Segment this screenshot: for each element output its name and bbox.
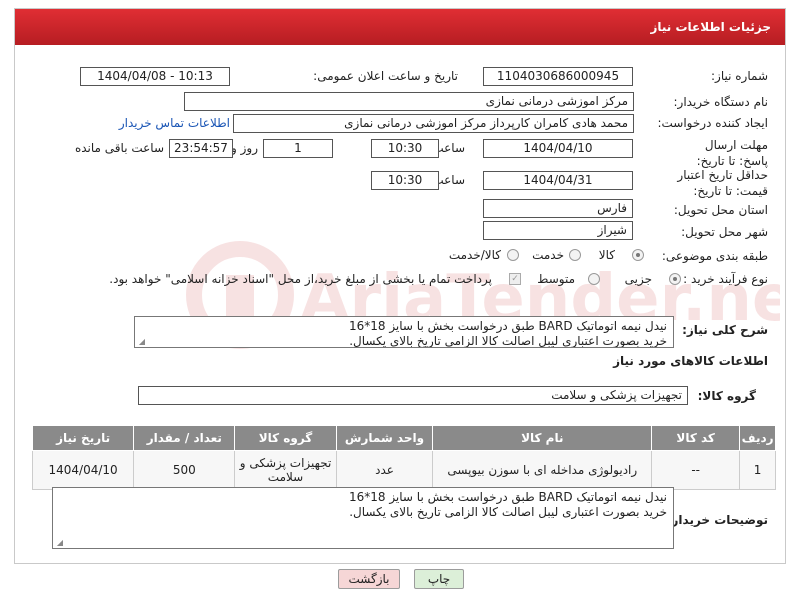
buyer-notes-label: توضیحات خریدار: <box>666 513 768 527</box>
cell-unit: عدد <box>335 450 434 490</box>
cell-qty: 500 <box>133 450 236 490</box>
process-option-minor: جزیی <box>624 272 652 286</box>
buyer-notes-line-1: نیدل نیمه اتوماتیک BARD طبق درخواست بخش … <box>348 490 667 504</box>
items-table: ردیف کد کالا نام کالا واحد شمارش گروه کا… <box>31 425 776 490</box>
resize-grip-icon[interactable]: ◢ <box>55 539 63 547</box>
category-option-service: خدمت <box>532 248 564 262</box>
col-row-header: ردیف <box>739 425 776 451</box>
category-option-goods: کالا <box>598 248 615 262</box>
col-name-header: نام کالا <box>432 425 653 451</box>
col-date-header: تاریخ نیاز <box>31 425 135 451</box>
col-code-header: کد کالا <box>651 425 741 451</box>
category-radio-service[interactable] <box>569 249 581 261</box>
deadline-date-field: 1404/04/10 <box>483 139 633 158</box>
goods-group-field: تجهیزات پزشکی و سلامت <box>138 386 688 405</box>
description-line-2: خرید بصورت اعتباری لیبل اصالت کالا الزام… <box>349 334 667 348</box>
treasury-payment-checkbox[interactable]: ✓ <box>509 273 521 285</box>
cell-code: -- <box>651 450 741 490</box>
buyer-contact-link[interactable]: اطلاعات تماس خریدار <box>119 116 230 130</box>
cell-name: رادیولوژی مداخله ای با سوزن بیوپسی <box>432 450 653 490</box>
deadline-label: مهلت ارسال پاسخ: تا تاریخ: <box>696 138 768 168</box>
description-label: شرح کلی نیاز: <box>682 323 768 337</box>
city-field: شیراز <box>483 221 633 240</box>
description-textarea[interactable]: نیدل نیمه اتوماتیک BARD طبق درخواست بخش … <box>134 316 674 348</box>
goods-group-label: گروه کالا: <box>697 389 756 403</box>
cell-row: 1 <box>739 450 776 490</box>
process-radio-minor[interactable] <box>669 273 681 285</box>
category-radio-goods-service[interactable] <box>507 249 519 261</box>
table-row[interactable]: 1 -- رادیولوژی مداخله ای با سوزن بیوپسی … <box>31 450 776 490</box>
category-label: طبقه بندی موضوعی: <box>661 249 768 263</box>
back-button[interactable]: بازگشت <box>338 569 400 589</box>
announce-date-label: تاریخ و ساعت اعلان عمومی: <box>313 69 458 83</box>
table-header-row: ردیف کد کالا نام کالا واحد شمارش گروه کا… <box>31 425 776 451</box>
need-number-label: شماره نیاز: <box>711 69 768 83</box>
process-type-label: نوع فرآیند خرید : <box>683 272 768 286</box>
price-validity-time-field: 10:30 <box>371 171 439 190</box>
panel-header: جزئیات اطلاعات نیاز <box>15 9 785 45</box>
buyer-notes-line-2: خرید بصورت اعتباری لیبل اصالت کالا الزام… <box>349 505 667 519</box>
cell-date: 1404/04/10 <box>31 450 135 490</box>
price-validity-date-field: 1404/04/31 <box>483 171 633 190</box>
province-label: استان محل تحویل: <box>673 203 768 217</box>
buyer-org-label: نام دستگاه خریدار: <box>673 95 769 109</box>
days-field: 1 <box>263 139 333 158</box>
process-option-medium: متوسط <box>537 272 575 286</box>
goods-section-title: اطلاعات کالاهای مورد نیاز <box>613 354 768 368</box>
city-label: شهر محل تحویل: <box>681 225 768 239</box>
remaining-time-field: 23:54:57 <box>169 139 233 158</box>
category-option-goods-service: کالا/خدمت <box>448 248 501 262</box>
price-validity-label: حداقل تاریخ اعتبار قیمت: تا تاریخ: <box>677 168 768 198</box>
creator-field: محمد هادی کامران کارپرداز مرکز اموزشی در… <box>233 114 634 133</box>
announce-date-field: 1404/04/08 - 10:13 <box>80 67 230 86</box>
process-radio-medium[interactable] <box>588 273 600 285</box>
print-button[interactable]: چاپ <box>414 569 464 589</box>
creator-label: ایجاد کننده درخواست: <box>657 116 768 130</box>
col-qty-header: تعداد / مقدار <box>133 425 236 451</box>
description-line-1: نیدل نیمه اتوماتیک BARD طبق درخواست بخش … <box>348 319 667 333</box>
days-label: روز و <box>231 141 258 155</box>
buyer-notes-textarea[interactable]: نیدل نیمه اتوماتیک BARD طبق درخواست بخش … <box>52 487 674 549</box>
treasury-payment-note: پرداخت تمام یا بخشی از مبلغ خرید،از محل … <box>109 272 492 286</box>
province-field: فارس <box>483 199 633 218</box>
category-radio-goods[interactable] <box>632 249 644 261</box>
resize-grip-icon[interactable]: ◢ <box>137 338 145 346</box>
panel-title: جزئیات اطلاعات نیاز <box>650 20 771 34</box>
deadline-time-field: 10:30 <box>371 139 439 158</box>
need-number-field: 1104030686000945 <box>483 67 633 86</box>
buyer-org-field: مرکز اموزشی درمانی نمازی <box>184 92 634 111</box>
col-unit-header: واحد شمارش <box>335 425 434 451</box>
col-group-header: گروه کالا <box>234 425 337 451</box>
cell-group: تجهیزات پزشکی و سلامت <box>234 450 337 490</box>
remaining-time-label: ساعت باقی مانده <box>74 141 164 155</box>
